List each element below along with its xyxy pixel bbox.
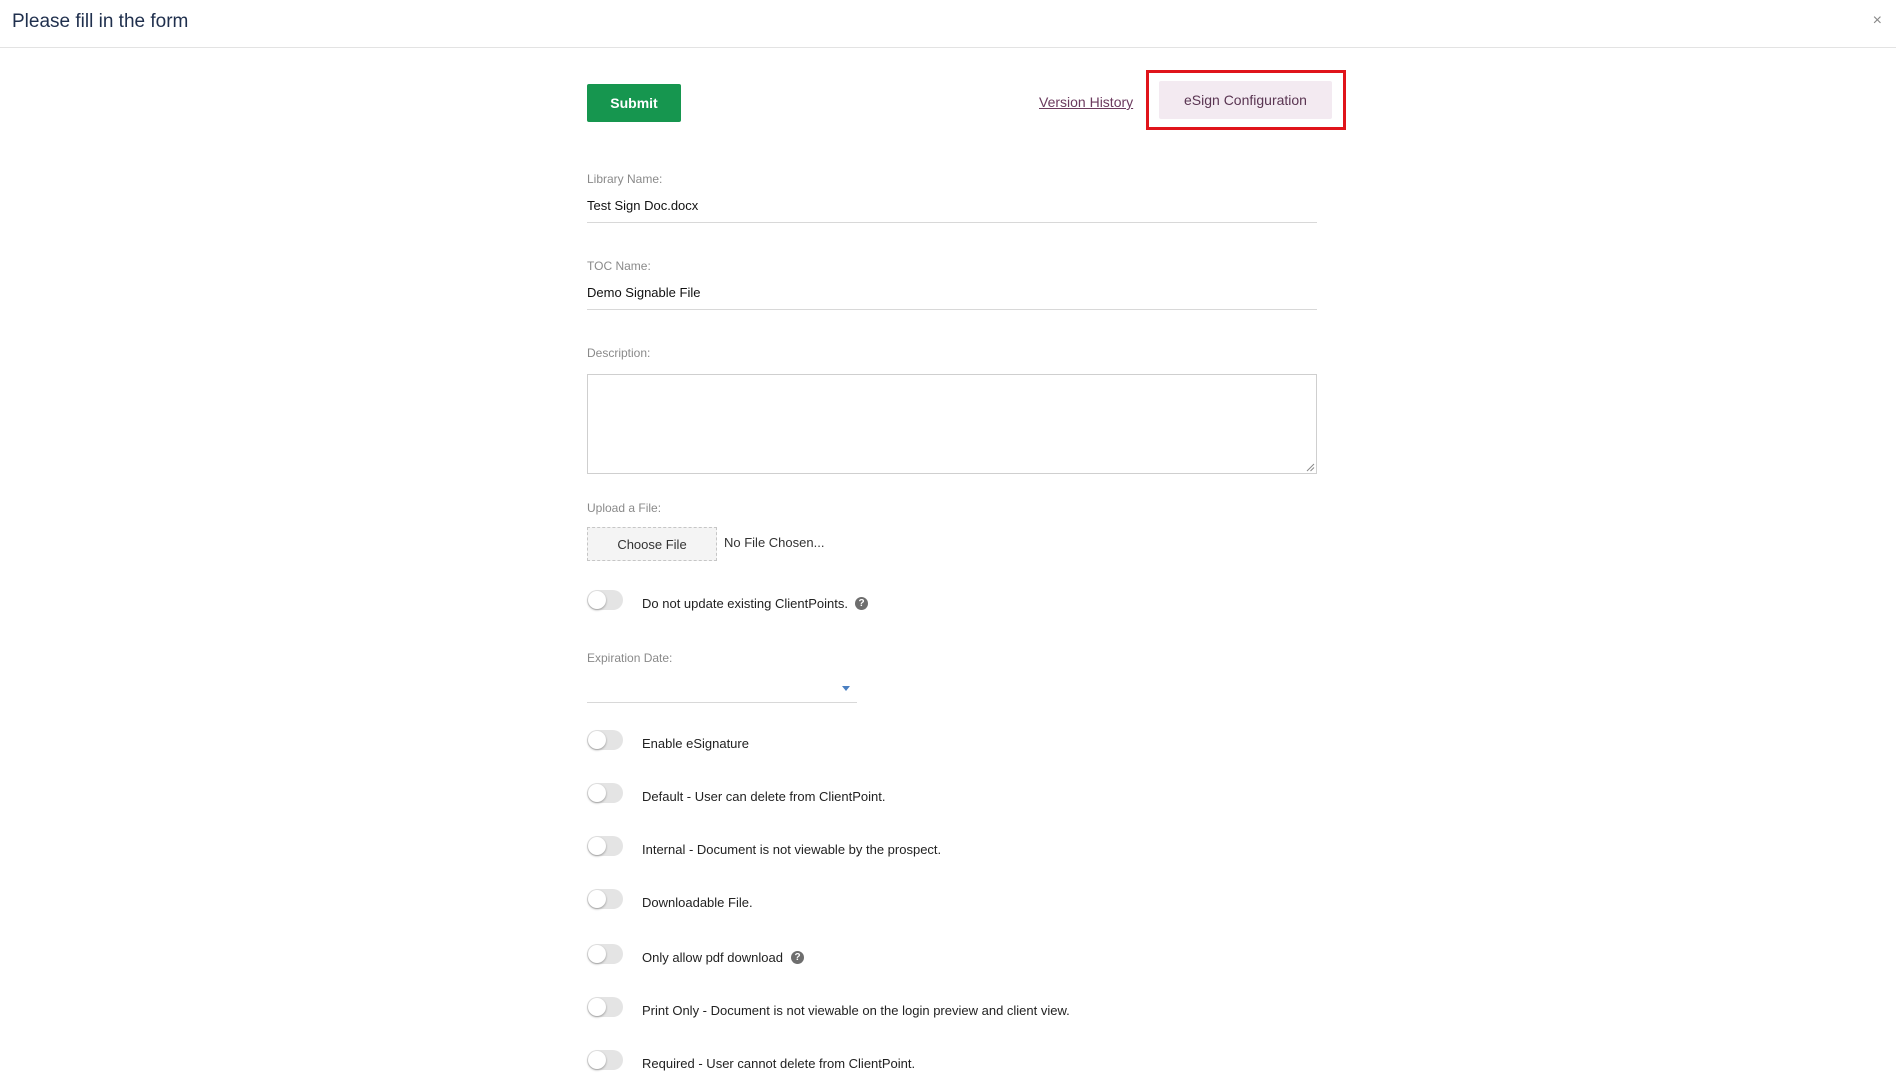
chevron-down-icon[interactable] (842, 686, 850, 691)
description-textarea[interactable] (587, 374, 1317, 474)
document-form: Submit Version History eSign Configurati… (587, 48, 1346, 1079)
toc-name-field[interactable]: Demo Signable File (587, 285, 700, 300)
question-circle-icon[interactable]: ? (855, 597, 868, 610)
expiration-date-label: Expiration Date: (587, 651, 673, 665)
toggle-label-downloadable: Downloadable File. (642, 895, 753, 910)
toggle-label-enable-esignature: Enable eSignature (642, 736, 749, 751)
close-icon[interactable]: × (1873, 12, 1882, 30)
toggle-do-not-update[interactable] (587, 590, 623, 610)
toggle-enable-esignature[interactable] (587, 730, 623, 750)
library-name-field[interactable]: Test Sign Doc.docx (587, 198, 698, 213)
library-name-label: Library Name: (587, 172, 663, 186)
toggle-knob (588, 945, 606, 963)
file-status: No File Chosen... (724, 535, 825, 550)
toggle-knob (588, 784, 606, 802)
toggle-knob (588, 1051, 606, 1069)
toggle-label-internal: Internal - Document is not viewable by t… (642, 842, 942, 857)
toc-name-underline (587, 309, 1317, 310)
toggle-pdf-only[interactable] (587, 944, 623, 964)
upload-label: Upload a File: (587, 501, 662, 515)
toggle-knob (588, 837, 606, 855)
toggle-required[interactable] (587, 1050, 623, 1070)
toc-name-label: TOC Name: (587, 259, 651, 273)
toggle-default-delete[interactable] (587, 783, 623, 803)
toggle-knob (588, 890, 606, 908)
modal-header: Please fill in the form × (0, 0, 1896, 48)
toggle-downloadable[interactable] (587, 889, 623, 909)
toggle-knob (588, 591, 606, 609)
description-label: Description: (587, 346, 651, 360)
toggle-label-print-only: Print Only - Document is not viewable on… (642, 1003, 1070, 1018)
question-circle-icon[interactable]: ? (791, 951, 804, 964)
toggle-label-default-delete: Default - User can delete from ClientPoi… (642, 789, 886, 804)
toggle-label-pdf-only: Only allow pdf download (642, 950, 783, 965)
submit-button[interactable]: Submit (587, 84, 681, 122)
choose-file-button[interactable]: Choose File (587, 527, 717, 561)
toggle-knob (588, 731, 606, 749)
toggle-knob (588, 998, 606, 1016)
toggle-label-required: Required - User cannot delete from Clien… (642, 1056, 916, 1071)
version-history-link[interactable]: Version History (1039, 94, 1133, 110)
page-title: Please fill in the form (12, 11, 189, 32)
toggle-print-only[interactable] (587, 997, 623, 1017)
toggle-label-do-not-update: Do not update existing ClientPoints. (642, 596, 848, 611)
toggle-internal[interactable] (587, 836, 623, 856)
expiration-date-field[interactable] (587, 702, 857, 703)
resize-grip-icon[interactable] (1305, 462, 1315, 472)
esign-configuration-button[interactable]: eSign Configuration (1159, 81, 1332, 119)
library-name-underline (587, 222, 1317, 223)
